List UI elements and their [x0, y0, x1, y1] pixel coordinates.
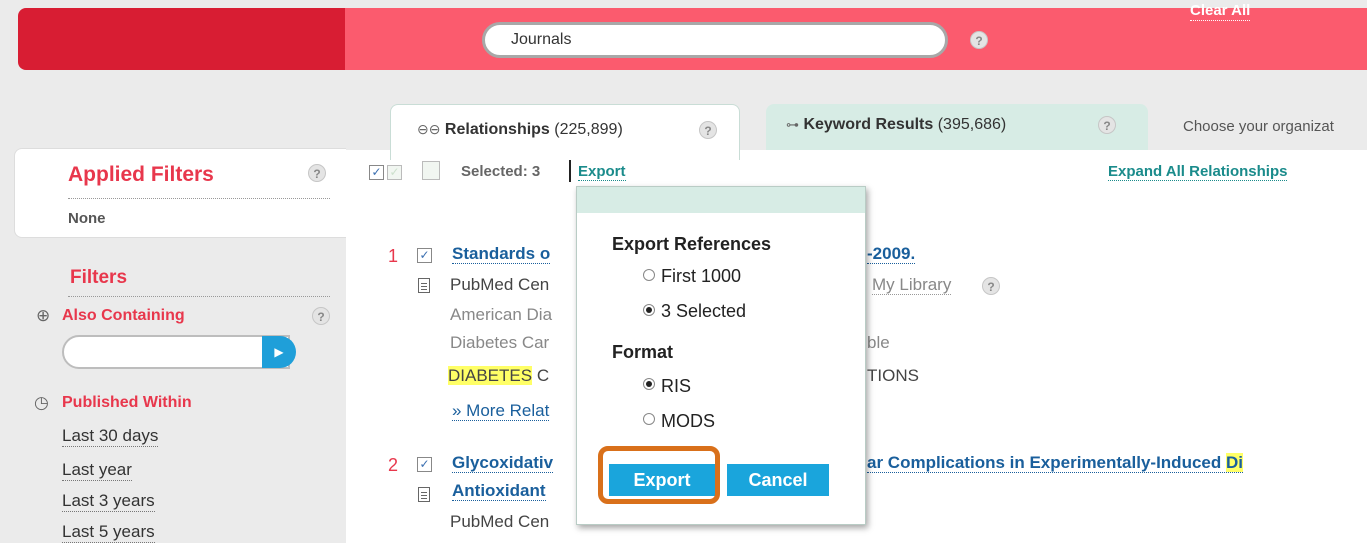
export-link[interactable]: Export [578, 163, 626, 181]
also-containing-help-icon[interactable]: ? [312, 307, 330, 325]
my-library-help-icon[interactable]: ? [982, 277, 1000, 295]
keyword-highlight: DIABETES [448, 366, 533, 385]
my-library-link[interactable]: My Library [872, 275, 952, 295]
tab-relationships[interactable]: ⊖⊖ Relationships (225,899) ? [390, 104, 740, 160]
applied-filters-value: None [68, 210, 106, 227]
result-source: PubMed Cen [450, 275, 550, 294]
result-title-link[interactable]: Glycoxidativ [452, 453, 554, 473]
range-first-label[interactable]: First 1000 [661, 266, 741, 287]
period-last-5-years[interactable]: Last 5 years [62, 522, 155, 543]
more-relationships-link[interactable]: » More Relat [452, 401, 550, 421]
search-input[interactable]: Journals [482, 22, 948, 58]
keyword-help-icon[interactable]: ? [1098, 116, 1116, 134]
applied-filters-title: Applied Filters [68, 163, 214, 186]
document-icon [418, 278, 430, 293]
format-mods-label[interactable]: MODS [661, 411, 715, 432]
period-last-3-years[interactable]: Last 3 years [62, 491, 155, 512]
divider [68, 198, 330, 199]
select-page-checkbox[interactable]: ✓ [387, 165, 402, 180]
result-journal: Diabetes Car [450, 333, 550, 352]
key-icon: ⊶ [786, 117, 799, 132]
tab-keyword-results[interactable]: ⊶ Keyword Results (395,686) ? [766, 104, 1148, 150]
play-icon[interactable]: ▶ [262, 336, 296, 368]
format-ris-label[interactable]: RIS [661, 376, 691, 397]
highlight-frame [598, 446, 720, 504]
relationships-help-icon[interactable]: ? [699, 121, 717, 139]
also-containing-label: Also Containing [62, 307, 185, 324]
organization-chooser[interactable]: Choose your organizat [1183, 118, 1334, 135]
zoom-plus-icon: ⊕ [36, 306, 51, 325]
result-number: 1 [388, 246, 399, 266]
result-keywords-end: TIONS [867, 366, 919, 385]
format-heading: Format [612, 342, 674, 362]
result-keywords: DIABETES C [448, 366, 550, 385]
period-last-year[interactable]: Last year [62, 460, 132, 481]
range-first-radio[interactable] [643, 269, 655, 281]
result-checkbox[interactable]: ✓ [417, 248, 432, 263]
result-journal-end: ble [867, 333, 890, 352]
format-mods-radio[interactable] [643, 413, 655, 425]
tab-keyword-count: (395,686) [937, 116, 1007, 133]
range-selected-label[interactable]: 3 Selected [661, 301, 746, 322]
select-all-checkbox[interactable]: ✓ [369, 165, 384, 180]
document-icon [418, 487, 430, 502]
applied-filters-box [14, 148, 346, 238]
result-title-line2[interactable]: Antioxidant [452, 481, 546, 501]
expand-all-link[interactable]: Expand All Relationships [1108, 163, 1288, 181]
clear-all-link[interactable]: Clear All [1190, 2, 1251, 21]
popup-header-bar [577, 187, 865, 213]
result-title-link-end[interactable]: -2009. [867, 244, 916, 264]
tab-keyword-label: Keyword Results [803, 116, 934, 133]
format-ris-radio[interactable] [643, 378, 655, 390]
cancel-button[interactable]: Cancel [727, 464, 829, 496]
range-selected-radio[interactable] [643, 304, 655, 316]
divider [68, 296, 330, 297]
filters-title: Filters [70, 267, 128, 288]
divider [569, 160, 571, 182]
published-within-label: Published Within [62, 394, 192, 411]
result-title-link[interactable]: Standards o [452, 244, 551, 264]
result-authors: American Dia [450, 305, 553, 324]
search-help-icon[interactable]: ? [970, 31, 988, 49]
also-containing-input[interactable] [62, 335, 290, 369]
tab-relationships-label: Relationships [444, 121, 550, 138]
link-icon: ⊖⊖ [417, 121, 441, 137]
result-checkbox[interactable]: ✓ [417, 457, 432, 472]
period-last-30-days[interactable]: Last 30 days [62, 426, 159, 447]
applied-filters-help-icon[interactable]: ? [308, 164, 326, 182]
export-references-heading: Export References [612, 234, 772, 254]
result-source: PubMed Cen [450, 512, 550, 531]
selected-count: Selected: 3 [461, 163, 541, 180]
result-number: 2 [388, 455, 399, 475]
tab-relationships-count: (225,899) [554, 121, 623, 138]
brand-band [18, 8, 345, 70]
result-title-link-end[interactable]: ar Complications in Experimentally-Induc… [867, 453, 1243, 473]
clock-icon: ◷ [34, 393, 49, 412]
select-menu-checkbox[interactable] [422, 161, 440, 180]
